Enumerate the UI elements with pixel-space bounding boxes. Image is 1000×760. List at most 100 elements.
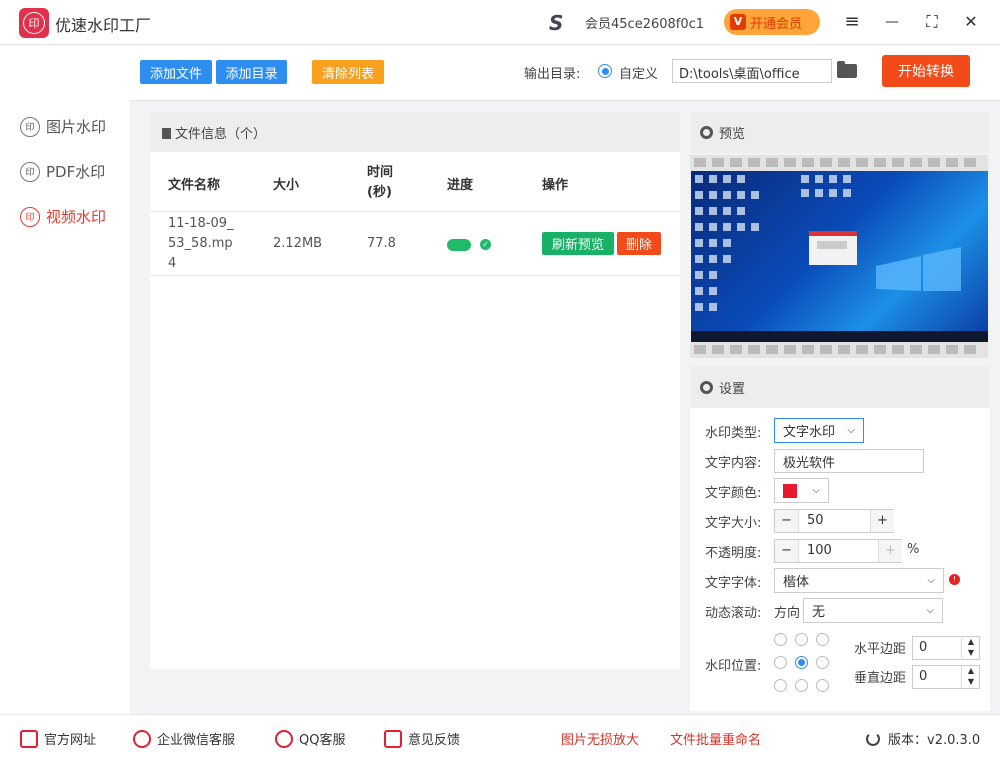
text-size-stepper: − 50 + — [774, 509, 894, 533]
vertical-margin-stepper: 0 ▲ ▼ — [912, 665, 980, 689]
app-logo-icon: 印 — [19, 8, 49, 38]
color-swatch — [783, 483, 797, 498]
position-top-right[interactable] — [816, 633, 829, 646]
opacity-value[interactable]: 100 — [807, 543, 832, 558]
chevron-down-icon[interactable]: ▼ — [961, 677, 980, 688]
file-size: 2.12MB — [273, 236, 323, 251]
gear-icon — [700, 380, 713, 394]
film-strip-top — [690, 155, 988, 171]
column-header-action: 操作 — [542, 178, 569, 193]
column-header-name: 文件名称 — [168, 178, 221, 193]
batch-rename-link[interactable]: 文件批量重命名 — [670, 729, 761, 748]
opacity-stepper: − 100 + — [774, 539, 902, 563]
minus-icon[interactable]: − — [775, 540, 799, 562]
position-top-center[interactable] — [795, 633, 808, 646]
text-size-value[interactable]: 50 — [807, 513, 824, 528]
position-label: 水印位置: — [705, 659, 762, 674]
text-content-input[interactable]: 极光软件 — [774, 449, 924, 473]
wechat-icon — [133, 729, 151, 748]
position-middle-center[interactable] — [795, 656, 808, 669]
output-dir-label: 输出目录: — [524, 67, 581, 82]
minus-icon[interactable]: − — [775, 510, 799, 532]
custom-label: 自定义 — [619, 67, 659, 82]
text-color-picker[interactable]: ⌵ — [774, 478, 829, 503]
menu-icon[interactable]: ≡ — [840, 10, 864, 34]
desktop-thumbnail — [691, 175, 988, 342]
file-panel-header: 文件信息（个） — [150, 112, 680, 152]
direction-select[interactable]: 无 ⌵ — [803, 598, 943, 623]
progress-bar — [447, 239, 471, 251]
text-color-label: 文字颜色: — [705, 486, 762, 501]
stamp-icon: 印 — [20, 206, 40, 227]
sidebar — [0, 46, 130, 714]
chevron-up-icon[interactable]: ▲ — [961, 637, 980, 648]
add-directory-button[interactable]: 添加目录 — [216, 60, 287, 84]
official-website-link[interactable]: 官方网址 — [20, 729, 96, 748]
position-bottom-right[interactable] — [816, 679, 829, 692]
settings-header: 设置 — [690, 366, 990, 408]
version-info: 版本：v2.0.3.0 — [866, 729, 980, 748]
maximize-icon[interactable]: ⛶ — [920, 10, 944, 34]
sidebar-item-pdf-watermark[interactable]: 印 PDF水印 — [20, 161, 105, 182]
chevron-down-icon[interactable]: ▼ — [961, 648, 980, 659]
sidebar-item-image-watermark[interactable]: 印图片水印 — [20, 116, 106, 137]
chevron-up-icon[interactable]: ▲ — [961, 666, 980, 677]
app-title: 优速水印工厂 — [55, 16, 152, 35]
folder-icon[interactable] — [837, 61, 857, 78]
minimize-icon[interactable]: — — [880, 10, 904, 34]
clear-list-button[interactable]: 清除列表 — [312, 60, 384, 84]
custom-radio[interactable] — [598, 64, 612, 78]
preview-header: 预览 — [690, 112, 990, 153]
stamp-icon: 印 — [20, 161, 40, 182]
direction-label: 方向 — [774, 606, 801, 621]
opacity-label: 不透明度: — [705, 546, 762, 561]
wechat-support-link[interactable]: 企业微信客服 — [133, 729, 235, 748]
type-label: 水印类型: — [705, 426, 762, 441]
delete-button[interactable]: 删除 — [617, 232, 661, 255]
member-icon: S — [549, 11, 564, 35]
vertical-margin-label: 垂直边距 — [854, 671, 907, 686]
chevron-down-icon: ⌵ — [927, 575, 935, 586]
image-upscale-link[interactable]: 图片无损放大 — [561, 729, 639, 748]
warning-icon[interactable]: ! — [949, 574, 960, 585]
vip-button[interactable]: V 开通会员 — [724, 9, 820, 35]
chevron-down-icon: ⌵ — [847, 425, 855, 436]
position-middle-right[interactable] — [816, 656, 829, 669]
horizontal-margin-value[interactable]: 0 — [919, 640, 927, 655]
check-icon: ✓ — [480, 239, 491, 250]
refresh-icon[interactable] — [866, 731, 880, 746]
text-content-label: 文字内容: — [705, 456, 762, 471]
refresh-preview-button[interactable]: 刷新预览 — [542, 232, 614, 255]
gear-icon — [700, 126, 713, 139]
percent-unit: % — [907, 542, 920, 557]
position-middle-left[interactable] — [774, 656, 787, 669]
sidebar-item-video-watermark[interactable]: 印视频水印 — [20, 206, 106, 227]
start-convert-button[interactable]: 开始转换 — [882, 55, 970, 87]
font-label: 文字字体: — [705, 576, 762, 591]
watermark-type-select[interactable]: 文字水印 ⌵ — [774, 418, 864, 443]
plus-icon[interactable]: + — [870, 510, 894, 532]
chevron-down-icon: ⌵ — [926, 605, 934, 616]
feedback-icon — [384, 729, 402, 748]
add-file-button[interactable]: 添加文件 — [140, 60, 212, 84]
horizontal-margin-label: 水平边距 — [854, 642, 907, 657]
divider — [150, 275, 680, 276]
font-select[interactable]: 楷体 ⌵ — [774, 568, 944, 593]
website-icon — [20, 729, 38, 748]
member-id: 会员45ce2608f0c1 — [585, 17, 705, 32]
file-duration: 77.8 — [367, 236, 396, 251]
vertical-margin-value[interactable]: 0 — [919, 669, 927, 684]
position-bottom-left[interactable] — [774, 679, 787, 692]
text-size-label: 文字大小: — [705, 516, 762, 531]
feedback-link[interactable]: 意见反馈 — [384, 729, 460, 748]
column-header-size: 大小 — [273, 178, 300, 193]
plus-icon[interactable]: + — [878, 540, 902, 562]
qq-support-link[interactable]: QQ客服 — [275, 729, 345, 748]
position-bottom-center[interactable] — [795, 679, 808, 692]
film-strip-bottom — [690, 342, 988, 358]
column-header-progress: 进度 — [447, 178, 474, 193]
close-icon[interactable]: ✕ — [959, 10, 983, 34]
position-top-left[interactable] — [774, 633, 787, 646]
file-name: 11-18-09_ 53_58.mp 4 — [168, 216, 234, 271]
output-path-input[interactable]: D:\tools\桌面\office — [672, 59, 832, 83]
